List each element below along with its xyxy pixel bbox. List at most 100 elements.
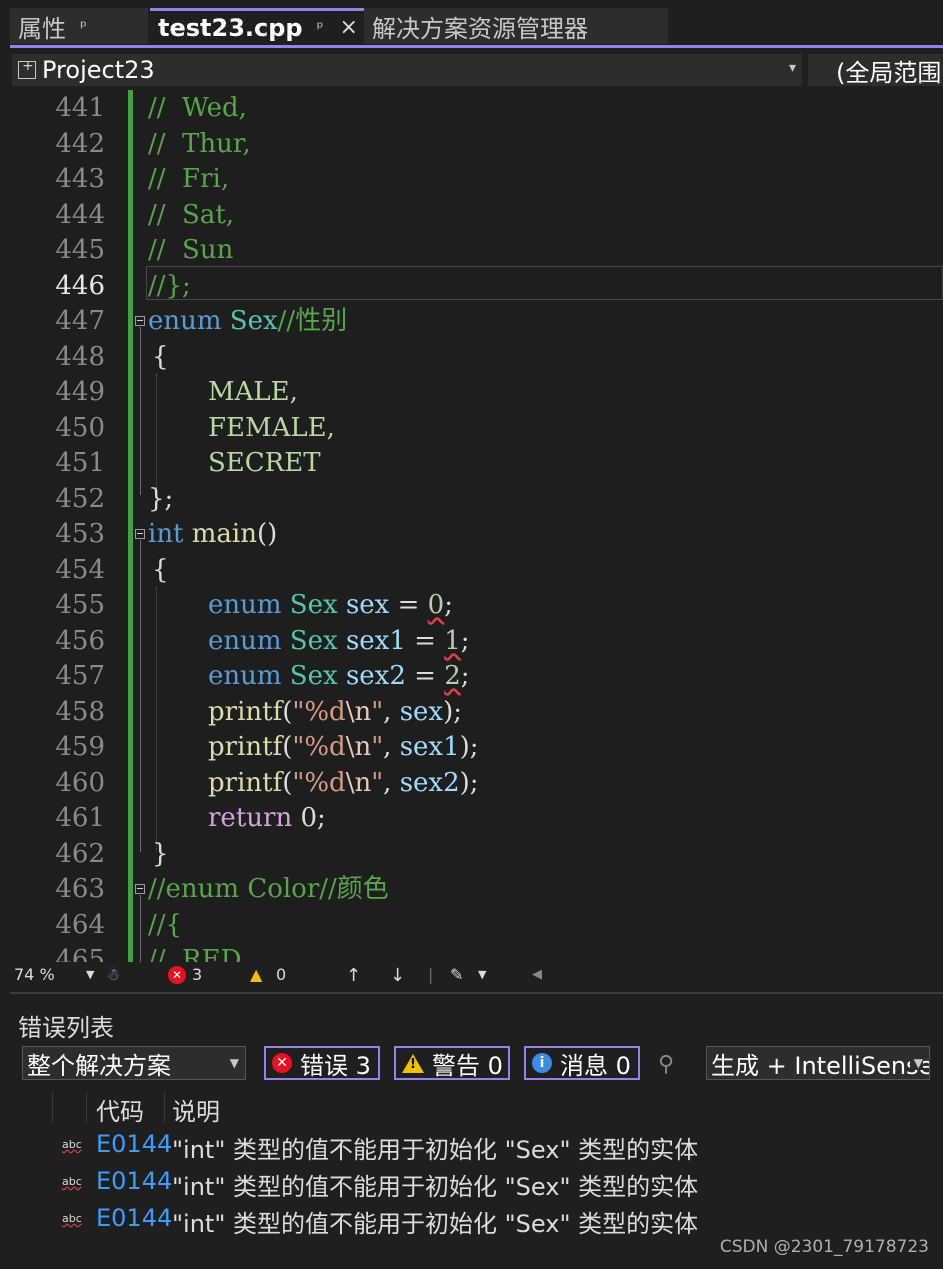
tab-solution-explorer[interactable]: 解决方案资源管理器 <box>364 8 668 44</box>
line-number: 459 <box>55 732 105 762</box>
number-literal-error[interactable]: 0 <box>428 590 445 620</box>
line-number: 441 <box>55 93 105 123</box>
errors-filter-label: 错误 3 <box>300 1051 371 1080</box>
column-header-code[interactable]: 代码 <box>96 1092 144 1127</box>
column-header-description[interactable]: 说明 <box>172 1092 220 1127</box>
line-number: 452 <box>55 484 105 514</box>
line-number: 463 <box>55 874 105 904</box>
variable: sex <box>399 697 444 727</box>
scope-dropdown[interactable]: (全局范围) <box>808 54 943 86</box>
line-number: 464 <box>55 910 105 940</box>
error-code-link[interactable]: E0144 <box>96 1130 172 1158</box>
broom-icon[interactable]: ✎ <box>450 965 463 984</box>
line-number: 443 <box>55 164 105 194</box>
number-literal-error[interactable]: 2 <box>444 661 461 691</box>
error-row[interactable]: abc E0144 "int" 类型的值不能用于初始化 "Sex" 类型的实体 <box>10 1165 943 1201</box>
error-count[interactable]: 3 <box>192 965 202 984</box>
pin-icon[interactable]: ᵖ <box>80 17 87 36</box>
string-literal: "%d <box>292 697 346 727</box>
line-number: 449 <box>55 377 105 407</box>
operator: = <box>389 590 428 620</box>
string-literal: " <box>371 697 384 727</box>
error-icon: ✕ <box>272 1053 292 1073</box>
previous-issue-icon[interactable]: ↑ <box>346 965 361 986</box>
punctuation: ( <box>282 768 293 798</box>
error-icon[interactable]: ✕ <box>168 966 186 984</box>
error-row[interactable]: abc E0144 "int" 类型的值不能用于初始化 "Sex" 类型的实体 <box>10 1202 943 1238</box>
punctuation: ); <box>459 732 479 762</box>
line-number: 457 <box>55 661 105 691</box>
code-line: FEMALE, <box>208 413 335 443</box>
punctuation: ; <box>444 590 453 620</box>
code-line: printf("%d\n", sex2); <box>208 765 479 801</box>
keyword: int <box>148 519 184 549</box>
warning-icon <box>402 1053 424 1073</box>
warnings-filter-button[interactable]: 警告 0 <box>394 1046 510 1080</box>
info-icon: i <box>532 1053 552 1073</box>
close-icon[interactable]: × <box>339 15 357 40</box>
error-list-title: 错误列表 <box>18 1014 114 1042</box>
chevron-down-icon[interactable]: ▼ <box>909 1056 923 1070</box>
messages-filter-button[interactable]: i 消息 0 <box>524 1046 640 1080</box>
punctuation: , <box>383 697 400 727</box>
variable: sex2 <box>399 768 460 798</box>
function-name: printf <box>208 732 283 762</box>
tab-properties[interactable]: 属性 ᵖ <box>10 8 148 44</box>
chevron-down-icon[interactable]: ▼ <box>230 1056 239 1070</box>
chevron-down-icon[interactable]: ▾ <box>789 60 796 76</box>
variable: sex2 <box>345 661 406 691</box>
project-dropdown[interactable]: Project23 ▾ <box>12 54 802 86</box>
zoom-level-dropdown[interactable]: 74 % <box>14 965 55 984</box>
toolbar-divider: | <box>428 965 434 984</box>
code-line: }; <box>148 484 174 514</box>
error-code-link[interactable]: E0144 <box>96 1204 172 1232</box>
errors-filter-button[interactable]: ✕ 错误 3 <box>264 1046 380 1080</box>
code-editor[interactable]: 441 442 443 444 445 446 447 448 449 450 … <box>10 90 943 962</box>
code-line: enum Sex sex = 0; <box>208 587 453 623</box>
line-number: 445 <box>55 235 105 265</box>
return-value: 0; <box>292 803 326 833</box>
warnings-filter-label: 警告 0 <box>432 1051 503 1080</box>
punctuation: () <box>257 519 278 549</box>
spelling-error-icon: abc <box>62 1138 82 1151</box>
code-cleanup-icon[interactable]: ☃ <box>106 965 120 984</box>
tab-properties-label: 属性 <box>18 14 66 43</box>
line-number: 454 <box>55 555 105 585</box>
code-line: SECRET <box>208 448 321 478</box>
escape-sequence: \n <box>345 697 372 727</box>
line-number: 442 <box>55 129 105 159</box>
type-name: Sex <box>289 661 338 691</box>
next-issue-icon[interactable]: ↓ <box>390 965 405 986</box>
scope-filter-dropdown[interactable]: 整个解决方案 ▼ <box>22 1046 246 1080</box>
error-code-link[interactable]: E0144 <box>96 1167 172 1195</box>
operator: = <box>405 626 445 656</box>
warning-icon[interactable]: ▲ <box>250 965 262 984</box>
warning-count[interactable]: 0 <box>276 965 286 984</box>
function-name: main <box>191 519 257 549</box>
spelling-error-icon: abc <box>62 1212 82 1225</box>
filter-icon[interactable]: ⚲ <box>658 1052 674 1077</box>
scroll-left-icon[interactable]: ◀ <box>532 967 542 982</box>
spelling-error-icon: abc <box>62 1175 82 1188</box>
code-line: enum Sex//性别 <box>148 303 347 339</box>
tab-accent-line <box>10 45 943 48</box>
code-line: enum Sex sex2 = 2; <box>208 658 470 694</box>
code-line: printf("%d\n", sex1); <box>208 729 479 765</box>
punctuation: ); <box>443 697 463 727</box>
punctuation: , <box>383 732 400 762</box>
line-number: 465 <box>55 945 105 962</box>
code-line: // RED, <box>148 945 249 962</box>
function-name: printf <box>208 768 283 798</box>
error-row[interactable]: abc E0144 "int" 类型的值不能用于初始化 "Sex" 类型的实体 <box>10 1128 943 1164</box>
punctuation: , <box>383 768 400 798</box>
tab-test23-cpp[interactable]: test23.cpp ᵖ × <box>150 8 364 44</box>
code-line: //}; <box>148 271 191 301</box>
chevron-down-icon[interactable]: ▼ <box>478 968 486 981</box>
column-separator <box>86 1092 87 1122</box>
string-literal: "%d <box>292 768 346 798</box>
pin-icon[interactable]: ᵖ <box>317 18 324 37</box>
code-line: //{ <box>148 910 183 940</box>
build-source-dropdown[interactable]: 生成 + IntelliSense ▼ <box>706 1046 930 1080</box>
number-literal-error[interactable]: 1 <box>444 626 461 656</box>
chevron-down-icon[interactable]: ▼ <box>86 968 94 981</box>
